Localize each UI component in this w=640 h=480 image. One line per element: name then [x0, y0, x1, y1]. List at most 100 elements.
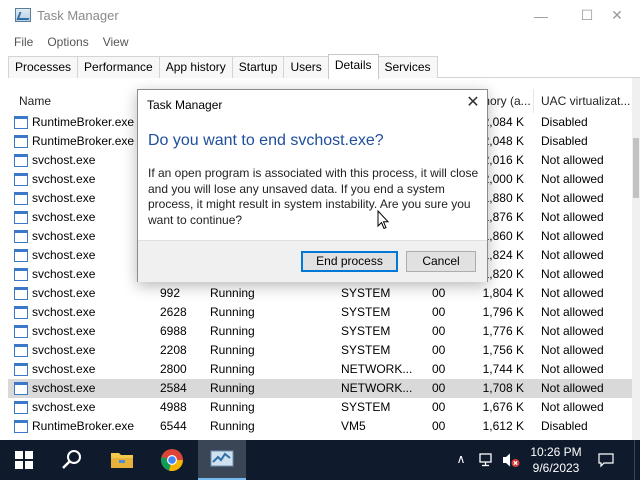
- clock-date: 9/6/2023: [532, 461, 580, 475]
- process-memory: 1,676 K: [482, 400, 524, 414]
- process-uac-virtualization: Not allowed: [541, 153, 604, 167]
- process-cpu: 00: [432, 419, 446, 433]
- process-icon: [14, 325, 28, 338]
- process-memory: 2,016 K: [482, 153, 524, 167]
- table-row[interactable]: svchost.exe 2800 Running NETWORK... 00 1,744 …: [8, 360, 632, 379]
- process-uac-virtualization: Not allowed: [541, 343, 604, 357]
- show-desktop-button[interactable]: [634, 440, 640, 480]
- column-header-name[interactable]: Name: [19, 94, 51, 108]
- table-row[interactable]: svchost.exe 2584 Running NETWORK... 00 1,708 …: [8, 379, 632, 398]
- search-button[interactable]: [48, 440, 96, 480]
- end-process-button[interactable]: End process: [301, 251, 398, 272]
- process-pid: 6988: [160, 324, 187, 338]
- process-pid: 4988: [160, 400, 187, 414]
- process-uac-virtualization: Disabled: [541, 419, 588, 433]
- table-row[interactable]: svchost.exe 2208 Running SYSTEM 00 1,756 K Not…: [8, 341, 632, 360]
- process-memory: 2,048 K: [482, 134, 524, 148]
- process-memory: 1,612 K: [482, 419, 524, 433]
- network-icon[interactable]: [479, 452, 495, 468]
- process-icon: [14, 344, 28, 357]
- table-row[interactable]: svchost.exe 4988 Running SYSTEM 00 1,676 K Not…: [8, 398, 632, 417]
- process-name: svchost.exe: [32, 229, 96, 243]
- process-status: Running: [210, 400, 255, 414]
- close-button[interactable]: ✕: [594, 0, 640, 31]
- process-icon: [14, 287, 28, 300]
- table-row[interactable]: svchost.exe 6988 Running SYSTEM 00 1,776 K Not…: [8, 322, 632, 341]
- scrollbar-thumb[interactable]: [633, 138, 639, 198]
- search-icon: [62, 450, 81, 469]
- process-memory: 1,796 K: [482, 305, 524, 319]
- process-uac-virtualization: Disabled: [541, 134, 588, 148]
- tab-users[interactable]: Users: [283, 56, 329, 78]
- process-status: Running: [210, 419, 255, 433]
- process-icon: [14, 268, 28, 281]
- process-name: svchost.exe: [32, 248, 96, 262]
- process-user: SYSTEM: [341, 286, 391, 300]
- dialog-close-icon[interactable]: ✕: [465, 95, 481, 111]
- process-memory: 2,084 K: [482, 115, 524, 129]
- file-explorer-button[interactable]: [98, 440, 146, 480]
- table-row[interactable]: svchost.exe 2628 Running SYSTEM 00 1,796 K Not…: [8, 303, 632, 322]
- system-clock[interactable]: 10:26 PM 9/6/2023: [526, 444, 586, 476]
- process-user: SYSTEM: [341, 400, 391, 414]
- column-divider[interactable]: [533, 89, 534, 113]
- process-pid: 2628: [160, 305, 187, 319]
- process-name: RuntimeBroker.exe: [32, 134, 135, 148]
- process-name: svchost.exe: [32, 324, 96, 338]
- process-status: Running: [210, 362, 255, 376]
- window-title: Task Manager: [37, 8, 119, 23]
- cancel-button[interactable]: Cancel: [406, 251, 476, 272]
- process-icon: [14, 211, 28, 224]
- minimize-button[interactable]: —: [518, 0, 564, 31]
- tab-startup[interactable]: Startup: [231, 56, 285, 78]
- process-uac-virtualization: Not allowed: [541, 172, 604, 186]
- process-icon: [14, 154, 28, 167]
- menu-options[interactable]: Options: [47, 35, 88, 49]
- process-icon: [14, 192, 28, 205]
- process-memory: 1,744 K: [482, 362, 524, 376]
- process-cpu: 00: [432, 362, 446, 376]
- process-pid: 2800: [160, 362, 187, 376]
- process-memory: 1,756 K: [482, 343, 524, 357]
- vertical-scrollbar[interactable]: [632, 78, 640, 440]
- process-uac-virtualization: Not allowed: [541, 210, 604, 224]
- tab-performance[interactable]: Performance: [77, 56, 160, 78]
- dialog-footer: End process Cancel: [138, 240, 487, 282]
- process-uac-virtualization: Not allowed: [541, 362, 604, 376]
- tab-services[interactable]: Services: [377, 56, 438, 78]
- start-button[interactable]: [0, 440, 48, 480]
- process-cpu: 00: [432, 381, 446, 395]
- process-name: svchost.exe: [32, 191, 96, 205]
- task-manager-icon: [210, 450, 234, 467]
- process-memory: 1,860 K: [482, 229, 524, 243]
- process-uac-virtualization: Disabled: [541, 115, 588, 129]
- process-icon: [14, 249, 28, 262]
- volume-muted-icon[interactable]: [502, 452, 520, 468]
- menu-view[interactable]: View: [103, 35, 129, 49]
- show-hidden-icons-button[interactable]: ∧: [454, 452, 468, 466]
- process-name: svchost.exe: [32, 286, 96, 300]
- process-user: SYSTEM: [341, 324, 391, 338]
- process-memory: 1,804 K: [482, 286, 524, 300]
- process-uac-virtualization: Not allowed: [541, 400, 604, 414]
- process-uac-virtualization: Not allowed: [541, 286, 604, 300]
- process-icon: [14, 230, 28, 243]
- table-row[interactable]: svchost.exe 992 Running SYSTEM 00 1,804 K Not …: [8, 284, 632, 303]
- process-status: Running: [210, 286, 255, 300]
- table-row[interactable]: RuntimeBroker.exe 6544 Running VM5 00 1,612 K…: [8, 417, 632, 436]
- process-name: svchost.exe: [32, 362, 96, 376]
- notifications-icon[interactable]: [598, 452, 614, 468]
- column-header-uac[interactable]: UAC virtualizat...: [541, 94, 630, 108]
- process-uac-virtualization: Not allowed: [541, 381, 604, 395]
- process-pid: 992: [160, 286, 181, 300]
- process-icon: [14, 382, 28, 395]
- title-bar: Task Manager — ☐ ✕: [0, 0, 640, 31]
- chrome-button[interactable]: [148, 440, 196, 480]
- menu-file[interactable]: File: [14, 35, 33, 49]
- dialog-message: If an open program is associated with th…: [148, 166, 479, 227]
- process-name: svchost.exe: [32, 267, 96, 281]
- tab-details[interactable]: Details: [327, 54, 379, 79]
- tab-app-history[interactable]: App history: [158, 56, 233, 78]
- task-manager-taskbar-button[interactable]: [198, 440, 246, 480]
- tab-processes[interactable]: Processes: [8, 56, 79, 78]
